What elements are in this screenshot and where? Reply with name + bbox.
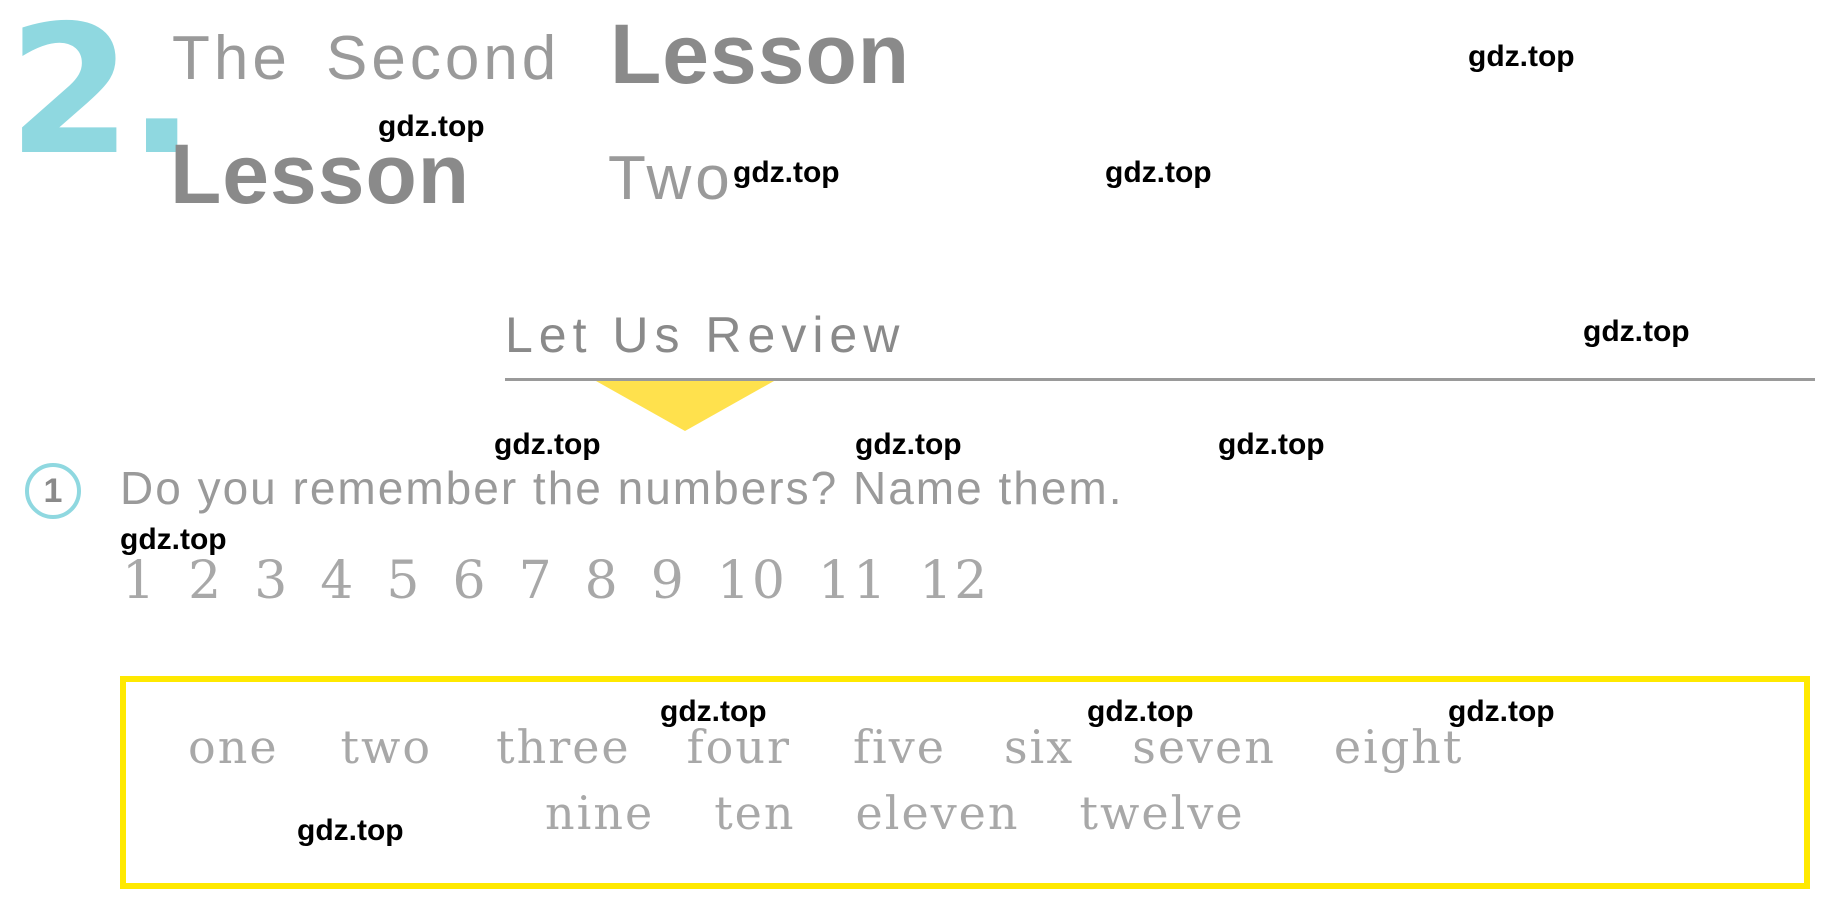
- header-word-lesson-bottom: Lesson: [170, 127, 471, 221]
- word-bank-item: two: [340, 720, 433, 774]
- digit-item: 12: [919, 551, 990, 611]
- word-bank-item: three: [496, 720, 631, 774]
- yellow-triangle-marker: [596, 381, 774, 431]
- header-word-two: Two: [608, 144, 734, 213]
- word-bank-item: five: [853, 720, 946, 774]
- digit-item: 4: [320, 551, 356, 611]
- digit-list: 1 2 3 4 5 6 7 8 9 10 11 12: [122, 552, 1020, 610]
- word-bank-item: eleven: [855, 786, 1020, 840]
- digit-item: 5: [386, 551, 422, 611]
- watermark: gdz.top: [660, 695, 767, 728]
- watermark: gdz.top: [1468, 40, 1575, 73]
- word-bank-item: eight: [1333, 720, 1464, 774]
- digit-item: 8: [584, 551, 620, 611]
- word-bank-item: seven: [1132, 720, 1276, 774]
- word-bank-row-2: nine ten eleven twelve: [545, 788, 1245, 838]
- watermark: gdz.top: [733, 156, 840, 189]
- digit-item: 11: [818, 551, 889, 611]
- word-bank-box: [120, 676, 1810, 889]
- watermark: gdz.top: [378, 110, 485, 143]
- word-bank-item: twelve: [1079, 786, 1245, 840]
- watermark: gdz.top: [120, 523, 227, 556]
- watermark: gdz.top: [297, 814, 404, 847]
- watermark: gdz.top: [1105, 156, 1212, 189]
- watermark: gdz.top: [1583, 315, 1690, 348]
- digit-item: 10: [716, 551, 788, 611]
- digit-item: 6: [452, 551, 488, 611]
- header-word-the: The: [172, 24, 291, 93]
- word-bank-item: nine: [545, 786, 655, 840]
- watermark: gdz.top: [855, 428, 962, 461]
- watermark: gdz.top: [1448, 695, 1555, 728]
- word-bank-item: six: [1003, 720, 1075, 774]
- header-word-lesson-top: Lesson: [610, 7, 911, 101]
- exercise-instruction: Do you remember the numbers? Name them.: [120, 462, 1124, 514]
- watermark: gdz.top: [1218, 428, 1325, 461]
- digit-item: 9: [650, 551, 686, 611]
- word-bank-item: ten: [714, 786, 796, 840]
- digit-item: 7: [518, 551, 554, 611]
- digit-item: 1: [122, 551, 158, 611]
- word-bank-row-1: one two three four five six seven eight: [188, 722, 1463, 772]
- digit-item: 3: [254, 551, 290, 611]
- worksheet-page: 2. The Second Lesson Lesson Two Let Us R…: [0, 0, 1826, 898]
- word-bank-item: one: [188, 720, 279, 774]
- exercise-number-label: 1: [43, 472, 63, 510]
- header-word-second: Second: [326, 24, 561, 93]
- watermark: gdz.top: [1087, 695, 1194, 728]
- lesson-number: 2.: [8, 0, 195, 194]
- section-title: Let Us Review: [505, 307, 906, 363]
- exercise-number-badge: 1: [25, 463, 81, 519]
- digit-item: 2: [188, 551, 224, 611]
- watermark: gdz.top: [494, 428, 601, 461]
- word-bank-item: four: [686, 720, 791, 774]
